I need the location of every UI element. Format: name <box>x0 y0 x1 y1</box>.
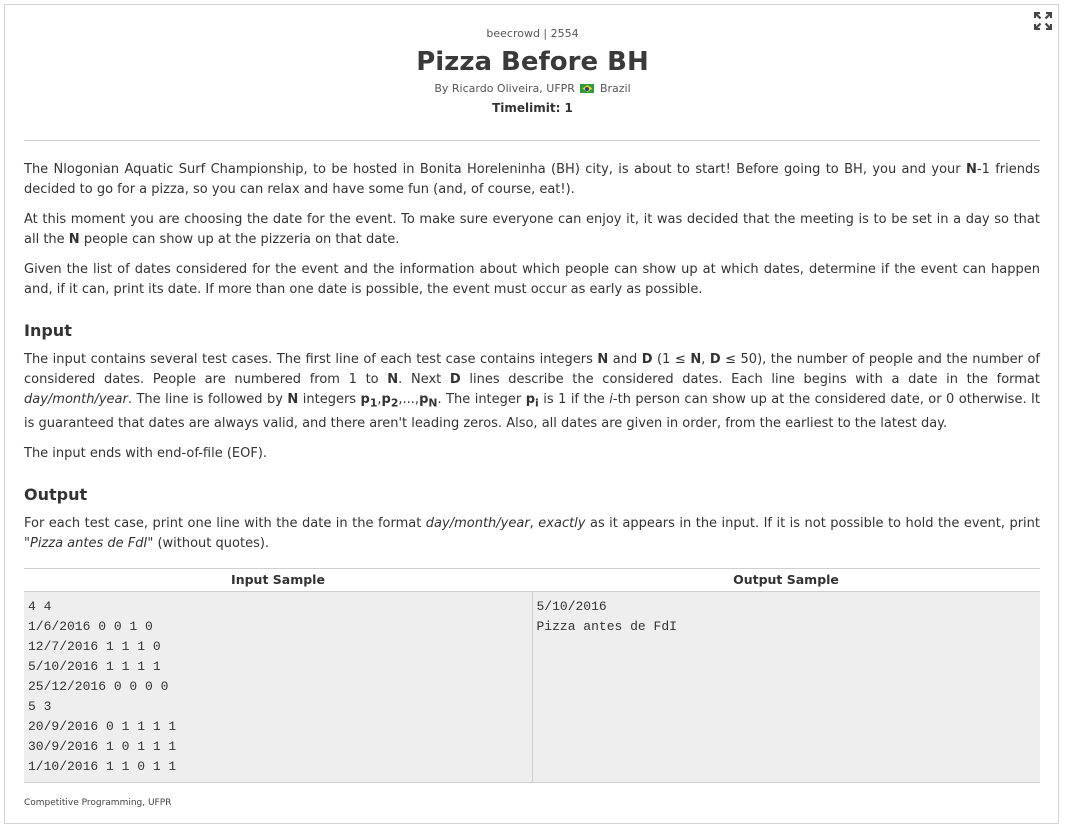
text: . Next <box>398 372 450 387</box>
output-heading: Output <box>24 484 88 504</box>
var-n: N <box>965 162 977 177</box>
description-paragraph: Given the list of dates considered for t… <box>24 262 1040 297</box>
var-n: N <box>287 392 299 407</box>
sample-table: Input Sample Output Sample 4 4 1/6/2016 … <box>24 568 1040 783</box>
brazil-flag-icon <box>580 84 595 93</box>
author-country: Brazil <box>599 82 631 95</box>
input-sample-text[interactable]: 4 4 1/6/2016 0 0 1 0 12/7/2016 1 1 1 0 5… <box>24 592 533 782</box>
text: " (without quotes). <box>147 535 270 551</box>
var-d: D <box>709 352 721 367</box>
text: , <box>529 515 539 531</box>
input-paragraph: The input contains several test cases. T… <box>24 350 1040 434</box>
sample-table-header: Input Sample Output Sample <box>24 569 1040 591</box>
description-paragraph: The Nlogonian Aquatic Surf Championship,… <box>24 160 1040 200</box>
text: For each test case, print one line with … <box>24 515 426 531</box>
text: The input contains several test cases. T… <box>24 352 598 367</box>
var-n: N <box>68 232 80 247</box>
output-sample-label: Output Sample <box>733 572 839 587</box>
output-paragraph: For each test case, print one line with … <box>24 514 1040 554</box>
input-heading: Input <box>24 321 72 340</box>
divider <box>24 140 1040 141</box>
text: p <box>381 392 391 407</box>
failure-message: Pizza antes de FdI <box>29 535 148 551</box>
text: integers <box>298 392 361 407</box>
problem-header: beecrowd | 2554 Pizza Before BH By Ricar… <box>0 26 1065 117</box>
timelimit: Timelimit: 1 <box>492 101 573 115</box>
text: lines describe the considered dates. Eac… <box>460 372 1040 387</box>
text: (1 ≤ <box>652 352 691 367</box>
text: The Nlogonian Aquatic Surf Championship,… <box>24 162 966 177</box>
text: is 1 if the <box>538 392 610 407</box>
footer-text: Competitive Programming, UFPR <box>24 798 172 808</box>
input-eof-paragraph: The input ends with end-of-file (EOF). <box>24 445 268 461</box>
text: p <box>525 392 536 407</box>
text: . The line is followed by <box>127 392 288 407</box>
author-name: By Ricardo Oliveira, UFPR <box>434 82 575 95</box>
problem-source: beecrowd | 2554 <box>486 27 579 40</box>
problem-statement: The Nlogonian Aquatic Surf Championship,… <box>24 160 1040 564</box>
var-pn: pN <box>419 392 437 410</box>
var-pi: pi <box>525 392 539 410</box>
problem-author: By Ricardo Oliveira, UFPR Brazil <box>0 81 1065 97</box>
page-title: Pizza Before BH <box>416 47 649 77</box>
sample-table-body: 4 4 1/6/2016 0 0 1 0 12/7/2016 1 1 1 0 5… <box>24 591 1040 782</box>
text: ,..., <box>398 392 420 407</box>
var-n: N <box>690 352 702 367</box>
var-n: N <box>387 372 399 387</box>
description-paragraph: At this moment you are choosing the date… <box>24 210 1040 250</box>
text: . The integer <box>437 392 526 407</box>
text: and <box>608 352 642 367</box>
var-d: D <box>449 372 461 387</box>
text: , <box>701 352 710 367</box>
text: p <box>419 392 429 407</box>
input-sample-label: Input Sample <box>231 572 325 587</box>
emphasis: exactly <box>538 515 586 531</box>
var-d: D <box>641 352 653 367</box>
output-sample-text[interactable]: 5/10/2016 Pizza antes de FdI <box>533 592 1041 782</box>
var-p2: p2 <box>381 392 399 410</box>
var-n: N <box>597 352 609 367</box>
text: p <box>360 392 370 407</box>
var-p1: p1 <box>360 392 378 410</box>
date-format: day/month/year <box>425 515 530 531</box>
date-format: day/month/year <box>24 392 128 407</box>
text: people can show up at the pizzeria on th… <box>79 232 400 247</box>
